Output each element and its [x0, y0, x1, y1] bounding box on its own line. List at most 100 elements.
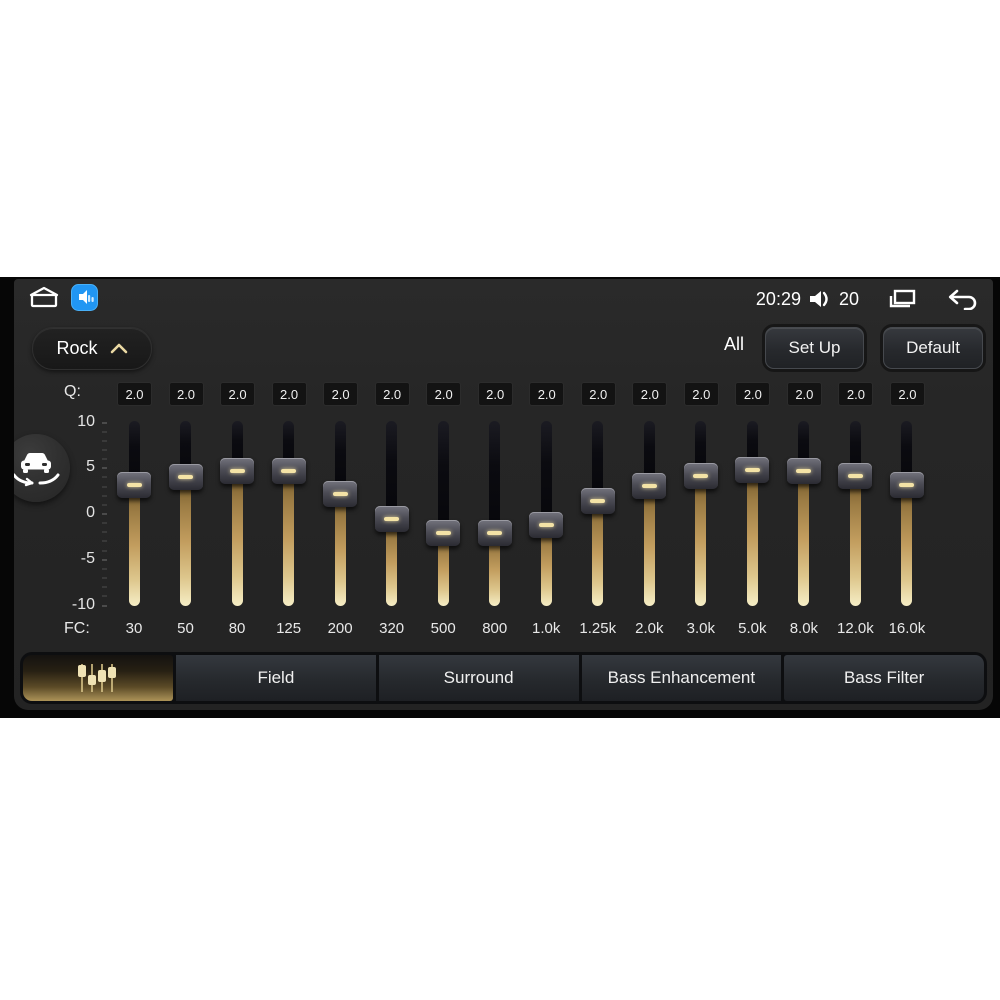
slider-track-lower[interactable]: [128, 484, 140, 606]
slider-track-upper[interactable]: [489, 421, 501, 534]
slider-handle-3.0k[interactable]: [683, 463, 718, 490]
q-value-box: 2.0: [889, 382, 925, 406]
axis-minor-tick: [102, 540, 107, 543]
slider-handle-2.0k[interactable]: [632, 472, 667, 499]
freq-label: 16.0k: [888, 620, 926, 637]
slider-track-lower[interactable]: [695, 476, 707, 606]
slider-handle-1.0k[interactable]: [529, 511, 564, 538]
q-value-box: 2.0: [735, 382, 771, 406]
equalizer-screen: 20:29 20 Rock All Set Up Default Q: FC: …: [14, 279, 993, 710]
handle-dash: [126, 482, 142, 487]
slider-handle-16.0k[interactable]: [889, 471, 924, 498]
car-headunit-frame: 20:29 20 Rock All Set Up Default Q: FC: …: [0, 277, 1000, 718]
q-value-box: 2.0: [117, 382, 152, 406]
tab-surround[interactable]: Surround: [378, 655, 579, 701]
equalizer-icon: [78, 664, 116, 692]
clock-time: 20:29: [755, 288, 801, 309]
slider-handle-200[interactable]: [323, 480, 358, 507]
recent-apps-icon[interactable]: [887, 288, 917, 310]
default-button[interactable]: Default: [883, 327, 983, 369]
q-value-box: 2.0: [786, 382, 822, 406]
axis-minor-tick: [102, 467, 107, 470]
home-icon[interactable]: [26, 284, 62, 310]
axis-minor-tick: [102, 595, 107, 598]
axis-minor-tick: [102, 513, 107, 515]
slider-track-lower[interactable]: [746, 470, 758, 606]
preset-dropdown[interactable]: Rock: [32, 327, 152, 370]
handle-dash: [590, 499, 606, 504]
handle-dash: [384, 516, 400, 521]
axis-minor-tick: [102, 458, 107, 461]
eq-app-icon[interactable]: [71, 284, 98, 311]
slider-track-upper[interactable]: [437, 421, 449, 534]
axis-minor-tick: [102, 549, 107, 552]
preset-name: Rock: [56, 338, 98, 358]
q-value-box: 2.0: [632, 382, 668, 406]
slider-track-lower[interactable]: [180, 477, 192, 606]
tab-bass-enhancement[interactable]: Bass Enhancement: [581, 655, 782, 701]
tab-bass-filter[interactable]: Bass Filter: [784, 655, 984, 701]
q-value-box: 2.0: [529, 382, 565, 406]
slider-track-lower[interactable]: [643, 485, 655, 606]
back-icon[interactable]: [945, 288, 979, 310]
handle-dash: [847, 474, 863, 479]
slider-handle-30[interactable]: [117, 471, 151, 498]
q-value-box: 2.0: [374, 382, 410, 406]
slider-track-upper[interactable]: [386, 421, 398, 519]
slider-handle-125[interactable]: [271, 457, 306, 484]
q-value-box: 2.0: [271, 382, 307, 406]
slider-track-lower[interactable]: [231, 470, 243, 606]
tab-field[interactable]: Field: [176, 655, 376, 701]
handle-dash: [435, 531, 451, 536]
axis-minor-tick: [102, 421, 107, 424]
handle-dash: [796, 468, 812, 473]
slider-track-lower[interactable]: [334, 493, 346, 606]
handle-dash: [178, 475, 194, 480]
axis-minor-tick: [102, 494, 107, 497]
q-value-box: 2.0: [477, 382, 513, 406]
all-label[interactable]: All: [712, 334, 756, 355]
axis-tick-label: 10: [77, 412, 95, 430]
slider-handle-800[interactable]: [477, 520, 512, 547]
slider-handle-5.0k[interactable]: [735, 457, 770, 484]
setup-button[interactable]: Set Up: [765, 327, 864, 369]
slider-track-lower[interactable]: [798, 470, 810, 606]
handle-dash: [487, 531, 503, 536]
q-value-box: 2.0: [683, 382, 719, 406]
bottom-tab-bar: Field Surround Bass Enhancement Bass Filter: [20, 652, 987, 704]
slider-track-lower[interactable]: [283, 470, 295, 606]
fc-row-label: FC:: [64, 620, 90, 637]
slider-handle-8.0k[interactable]: [786, 457, 821, 484]
handle-dash: [538, 522, 554, 527]
handle-dash: [693, 474, 709, 479]
axis-minor-tick: [102, 558, 107, 561]
slider-handle-50[interactable]: [168, 464, 203, 491]
slider-handle-320[interactable]: [374, 505, 409, 532]
sound-position-button[interactable]: [14, 434, 70, 502]
axis-minor-tick: [102, 604, 107, 607]
slider-handle-500[interactable]: [426, 520, 461, 547]
axis-minor-tick: [102, 430, 107, 433]
axis-minor-tick: [102, 577, 107, 580]
q-value-box: 2.0: [838, 382, 874, 406]
slider-track-lower[interactable]: [386, 518, 398, 606]
slider-track-lower[interactable]: [901, 484, 913, 606]
q-value-box: 2.0: [323, 382, 359, 406]
axis-minor-tick: [102, 485, 107, 488]
slider-track-upper[interactable]: [540, 421, 552, 525]
slider-handle-12.0k[interactable]: [838, 463, 873, 490]
axis-minor-tick: [102, 439, 107, 442]
axis-minor-tick: [102, 476, 107, 479]
axis-minor-tick: [102, 503, 107, 506]
slider-track-lower[interactable]: [849, 476, 861, 606]
axis-minor-tick: [102, 448, 107, 451]
axis-minor-tick: [102, 522, 107, 525]
slider-handle-80[interactable]: [220, 457, 255, 484]
slider-handle-1.25k[interactable]: [580, 488, 615, 515]
slider-track-lower[interactable]: [592, 501, 604, 606]
axis-tick-label: 0: [86, 504, 95, 521]
q-value-box: 2.0: [580, 382, 616, 406]
tab-equalizer[interactable]: [23, 655, 173, 701]
axis-minor-tick: [102, 586, 107, 589]
volume-level: 20: [838, 288, 859, 309]
